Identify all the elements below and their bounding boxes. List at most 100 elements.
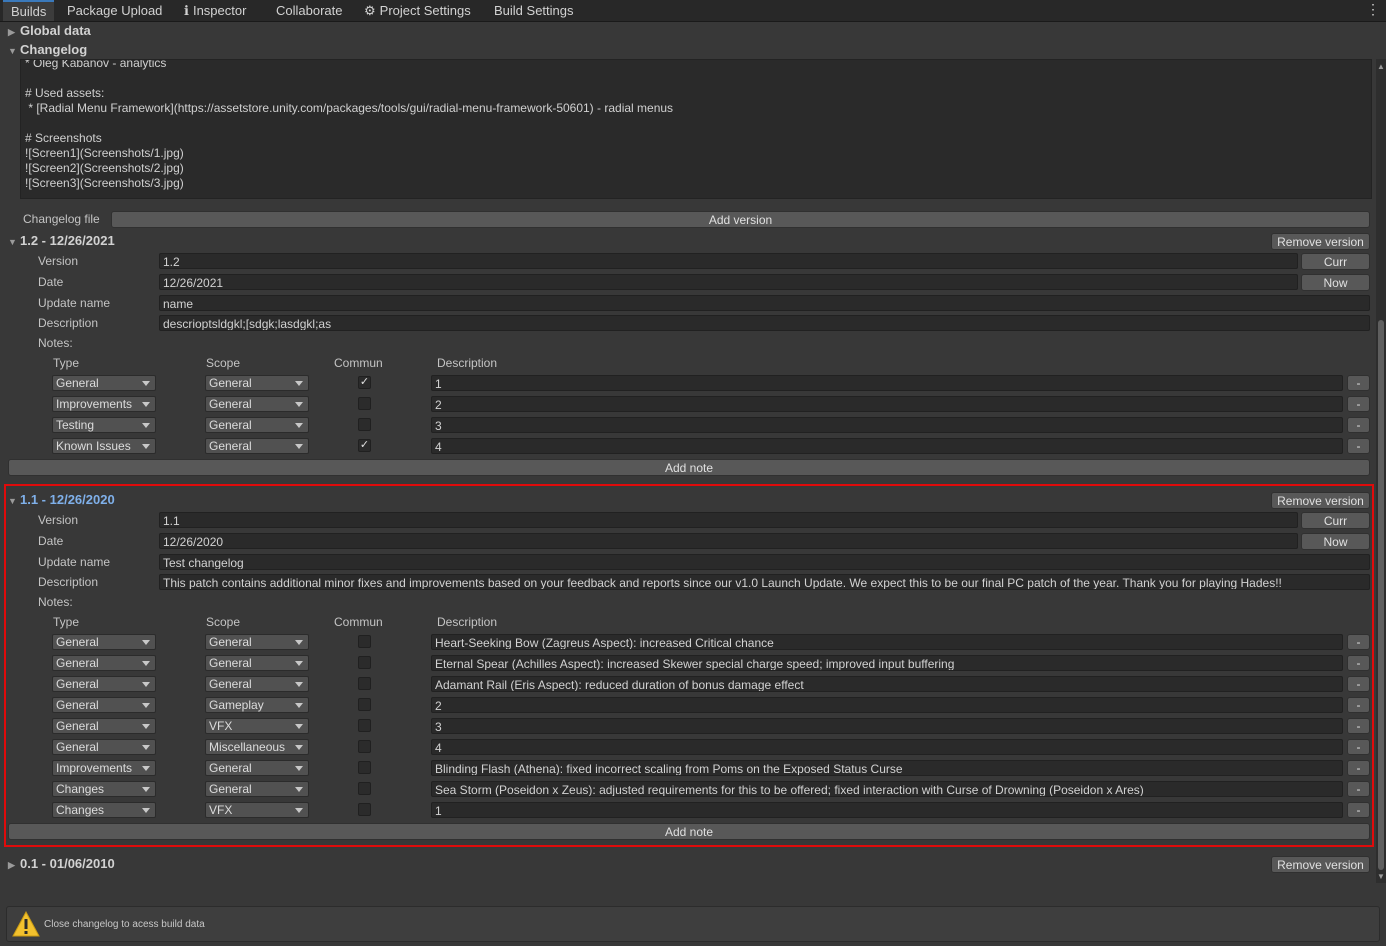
commun-checkbox[interactable]: ✓ xyxy=(358,376,371,389)
note-type-dropdown[interactable]: Improvements xyxy=(52,760,156,776)
note-scope-dropdown[interactable]: VFX xyxy=(205,802,309,818)
note-scope-dropdown[interactable]: General xyxy=(205,655,309,671)
curr-button[interactable]: Curr xyxy=(1301,512,1370,529)
remove-note-button[interactable]: - xyxy=(1347,802,1370,818)
note-description-field[interactable]: Sea Storm (Poseidon x Zeus): adjusted re… xyxy=(431,781,1343,797)
note-type-dropdown[interactable]: General xyxy=(52,739,156,755)
version-foldout[interactable]: ▶ 0.1 - 01/06/2010 xyxy=(8,856,115,871)
commun-checkbox[interactable] xyxy=(358,782,371,795)
note-scope-dropdown[interactable]: General xyxy=(205,634,309,650)
remove-note-button[interactable]: - xyxy=(1347,739,1370,755)
note-scope-dropdown[interactable]: General xyxy=(205,438,309,454)
changelog-text-area[interactable]: * Oleg Kabanov - analytics # Used assets… xyxy=(20,59,1372,199)
note-description-field[interactable]: 2 xyxy=(431,396,1343,412)
note-scope-dropdown[interactable]: General xyxy=(205,760,309,776)
note-type-dropdown[interactable]: Known Issues xyxy=(52,438,156,454)
note-description-field[interactable]: 2 xyxy=(431,697,1343,713)
tab-collaborate[interactable]: Collaborate xyxy=(268,0,351,21)
note-type-dropdown[interactable]: General xyxy=(52,676,156,692)
now-button[interactable]: Now xyxy=(1301,533,1370,550)
update-name-field[interactable]: Test changelog xyxy=(159,554,1370,570)
curr-button[interactable]: Curr xyxy=(1301,253,1370,270)
remove-version-button[interactable]: Remove version xyxy=(1271,856,1370,873)
remove-note-button[interactable]: - xyxy=(1347,438,1370,454)
description-field[interactable]: This patch contains additional minor fix… xyxy=(159,574,1370,590)
scrollbar-thumb[interactable] xyxy=(1378,320,1384,870)
commun-checkbox[interactable] xyxy=(358,803,371,816)
note-description-field[interactable]: Eternal Spear (Achilles Aspect): increas… xyxy=(431,655,1343,671)
scroll-down-icon[interactable]: ▼ xyxy=(1377,872,1385,881)
note-type-dropdown[interactable]: General xyxy=(52,375,156,391)
changelog-foldout[interactable]: ▼ Changelog xyxy=(8,42,87,57)
tab-inspector[interactable]: ℹ Inspector xyxy=(176,0,254,21)
note-description-field[interactable]: 1 xyxy=(431,375,1343,391)
note-description-field[interactable]: Adamant Rail (Eris Aspect): reduced dura… xyxy=(431,676,1343,692)
remove-note-button[interactable]: - xyxy=(1347,375,1370,391)
remove-note-button[interactable]: - xyxy=(1347,718,1370,734)
global-data-foldout[interactable]: ▶ Global data xyxy=(8,23,91,38)
note-description-field[interactable]: 4 xyxy=(431,438,1343,454)
note-description-field[interactable]: 3 xyxy=(431,718,1343,734)
note-description-field[interactable]: 4 xyxy=(431,739,1343,755)
note-description-field[interactable]: Blinding Flash (Athena): fixed incorrect… xyxy=(431,760,1343,776)
tab-project-settings[interactable]: ⚙ Project Settings xyxy=(356,0,479,21)
note-type-dropdown[interactable]: General xyxy=(52,718,156,734)
version-foldout[interactable]: ▼ 1.1 - 12/26/2020 xyxy=(8,492,115,507)
commun-checkbox[interactable]: ✓ xyxy=(358,439,371,452)
note-type-dropdown[interactable]: General xyxy=(52,655,156,671)
remove-note-button[interactable]: - xyxy=(1347,697,1370,713)
note-type-dropdown[interactable]: Changes xyxy=(52,802,156,818)
note-description-field[interactable]: Heart-Seeking Bow (Zagreus Aspect): incr… xyxy=(431,634,1343,650)
commun-checkbox[interactable] xyxy=(358,418,371,431)
remove-version-button[interactable]: Remove version xyxy=(1271,233,1370,250)
remove-note-button[interactable]: - xyxy=(1347,396,1370,412)
note-scope-dropdown[interactable]: General xyxy=(205,417,309,433)
version-field[interactable]: 1.2 xyxy=(159,253,1298,269)
remove-note-button[interactable]: - xyxy=(1347,417,1370,433)
date-field[interactable]: 12/26/2020 xyxy=(159,533,1298,549)
add-note-button[interactable]: Add note xyxy=(8,459,1370,476)
commun-checkbox[interactable] xyxy=(358,740,371,753)
date-field[interactable]: 12/26/2021 xyxy=(159,274,1298,290)
tab-package-upload[interactable]: Package Upload xyxy=(59,0,170,21)
remove-note-button[interactable]: - xyxy=(1347,655,1370,671)
commun-checkbox[interactable] xyxy=(358,656,371,669)
commun-checkbox[interactable] xyxy=(358,761,371,774)
commun-checkbox[interactable] xyxy=(358,397,371,410)
tab-builds[interactable]: Builds xyxy=(3,0,55,21)
commun-checkbox[interactable] xyxy=(358,677,371,690)
note-scope-dropdown[interactable]: Gameplay xyxy=(205,697,309,713)
remove-note-button[interactable]: - xyxy=(1347,781,1370,797)
tab-label: Project Settings xyxy=(379,3,471,18)
note-scope-dropdown[interactable]: General xyxy=(205,676,309,692)
description-field[interactable]: descrioptsldgkl;[sdgk;lasdgkl;as xyxy=(159,315,1370,331)
note-type-dropdown[interactable]: Testing xyxy=(52,417,156,433)
remove-note-button[interactable]: - xyxy=(1347,676,1370,692)
remove-note-button[interactable]: - xyxy=(1347,760,1370,776)
update-name-field[interactable]: name xyxy=(159,295,1370,311)
commun-checkbox[interactable] xyxy=(358,719,371,732)
note-description-field[interactable]: 1 xyxy=(431,802,1343,818)
note-scope-dropdown[interactable]: General xyxy=(205,396,309,412)
now-button[interactable]: Now xyxy=(1301,274,1370,291)
note-scope-dropdown[interactable]: Miscellaneous xyxy=(205,739,309,755)
note-scope-dropdown[interactable]: General xyxy=(205,781,309,797)
note-scope-dropdown[interactable]: VFX xyxy=(205,718,309,734)
version-field[interactable]: 1.1 xyxy=(159,512,1298,528)
note-type-dropdown[interactable]: Changes xyxy=(52,781,156,797)
note-type-dropdown[interactable]: General xyxy=(52,697,156,713)
more-menu-icon[interactable]: ⋮ xyxy=(1366,1,1380,18)
note-type-dropdown[interactable]: Improvements xyxy=(52,396,156,412)
note-type-dropdown[interactable]: General xyxy=(52,634,156,650)
remove-note-button[interactable]: - xyxy=(1347,634,1370,650)
tab-build-settings[interactable]: Build Settings xyxy=(486,0,582,21)
remove-version-button[interactable]: Remove version xyxy=(1271,492,1370,509)
note-scope-dropdown[interactable]: General xyxy=(205,375,309,391)
commun-checkbox[interactable] xyxy=(358,635,371,648)
note-description-field[interactable]: 3 xyxy=(431,417,1343,433)
add-note-button[interactable]: Add note xyxy=(8,823,1370,840)
commun-checkbox[interactable] xyxy=(358,698,371,711)
version-foldout[interactable]: ▼ 1.2 - 12/26/2021 xyxy=(8,233,115,248)
scroll-up-icon[interactable]: ▲ xyxy=(1377,62,1385,71)
add-version-button[interactable]: Add version xyxy=(111,211,1370,228)
